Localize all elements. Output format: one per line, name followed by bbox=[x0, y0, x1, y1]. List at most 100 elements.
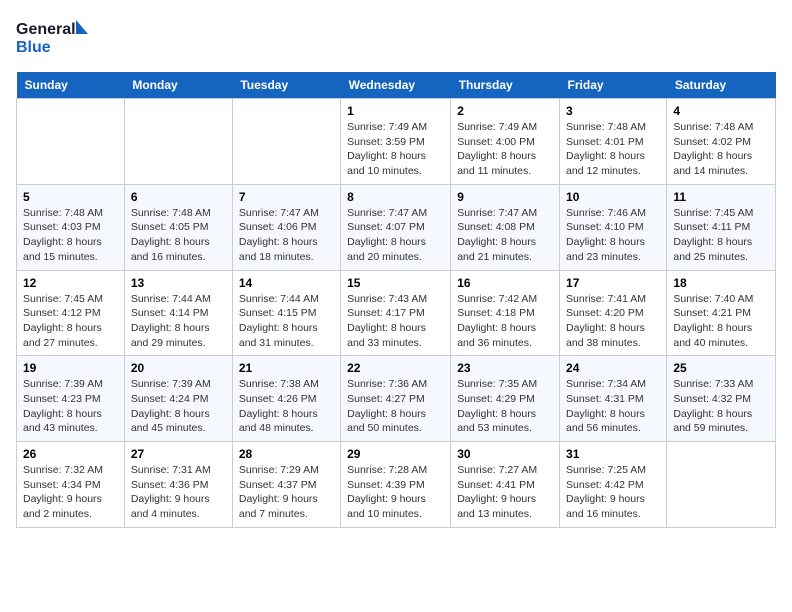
calendar-cell: 6Sunrise: 7:48 AM Sunset: 4:05 PM Daylig… bbox=[124, 184, 232, 270]
day-number: 14 bbox=[239, 276, 334, 290]
day-number: 13 bbox=[131, 276, 226, 290]
calendar-cell: 23 Sunrise: 7:35 AM Sunset: 4:29 PM Dayli… bbox=[451, 356, 560, 442]
weekday-header-friday: Friday bbox=[560, 72, 667, 99]
day-info: Sunrise: 7:46 AM Sunset: 4:10 PM Dayligh… bbox=[566, 206, 660, 265]
day-info: Sunrise: 7:39 AM Sunset: 4:23 PM Dayligh… bbox=[23, 377, 118, 436]
day-number: 2 bbox=[457, 104, 553, 118]
day-info: Sunrise: 7:48 AM Sunset: 4:01 PM Dayligh… bbox=[566, 120, 660, 179]
day-number: 10 bbox=[566, 190, 660, 204]
day-number: 23 bbox=[457, 361, 553, 375]
day-info: Sunrise: 7:43 AM Sunset: 4:17 PM Dayligh… bbox=[347, 292, 444, 351]
day-number: 11 bbox=[673, 190, 769, 204]
day-number: 22 bbox=[347, 361, 444, 375]
day-number: 28 bbox=[239, 447, 334, 461]
day-info: Sunrise: 7:45 AM Sunset: 4:11 PM Dayligh… bbox=[673, 206, 769, 265]
day-info: Sunrise: 7:44 AM Sunset: 4:14 PM Dayligh… bbox=[131, 292, 226, 351]
day-number: 25 bbox=[673, 361, 769, 375]
day-info: Sunrise: 7:48 AM Sunset: 4:02 PM Dayligh… bbox=[673, 120, 769, 179]
calendar-cell: 8 Sunrise: 7:47 AM Sunset: 4:07 PM Daylig… bbox=[341, 184, 451, 270]
calendar-cell: 11 Sunrise: 7:45 AM Sunset: 4:11 PM Dayli… bbox=[667, 184, 776, 270]
calendar-week-row: 5 Sunrise: 7:48 AM Sunset: 4:03 PM Daylig… bbox=[17, 184, 776, 270]
calendar-table: SundayMondayTuesdayWednesdayThursdayFrid… bbox=[16, 72, 776, 528]
day-number: 4 bbox=[673, 104, 769, 118]
calendar-cell bbox=[124, 99, 232, 185]
day-info: Sunrise: 7:48 AM Sunset: 4:05 PM Dayligh… bbox=[131, 206, 226, 265]
day-info: Sunrise: 7:33 AM Sunset: 4:32 PM Dayligh… bbox=[673, 377, 769, 436]
calendar-cell: 30 Sunrise: 7:27 AM Sunset: 4:41 PM Dayli… bbox=[451, 442, 560, 528]
weekday-header-monday: Monday bbox=[124, 72, 232, 99]
calendar-cell bbox=[17, 99, 125, 185]
logo: GeneralBlue bbox=[16, 16, 88, 60]
calendar-cell: 4 Sunrise: 7:48 AM Sunset: 4:02 PM Daylig… bbox=[667, 99, 776, 185]
weekday-header-saturday: Saturday bbox=[667, 72, 776, 99]
calendar-cell: 5 Sunrise: 7:48 AM Sunset: 4:03 PM Daylig… bbox=[17, 184, 125, 270]
day-info: Sunrise: 7:47 AM Sunset: 4:07 PM Dayligh… bbox=[347, 206, 444, 265]
day-info: Sunrise: 7:39 AM Sunset: 4:24 PM Dayligh… bbox=[131, 377, 226, 436]
day-info: Sunrise: 7:47 AM Sunset: 4:06 PM Dayligh… bbox=[239, 206, 334, 265]
day-number: 9 bbox=[457, 190, 553, 204]
svg-text:General: General bbox=[16, 21, 76, 38]
day-number: 26 bbox=[23, 447, 118, 461]
calendar-cell: 22 Sunrise: 7:36 AM Sunset: 4:27 PM Dayli… bbox=[341, 356, 451, 442]
day-info: Sunrise: 7:45 AM Sunset: 4:12 PM Dayligh… bbox=[23, 292, 118, 351]
day-info: Sunrise: 7:28 AM Sunset: 4:39 PM Dayligh… bbox=[347, 463, 444, 522]
day-info: Sunrise: 7:40 AM Sunset: 4:21 PM Dayligh… bbox=[673, 292, 769, 351]
calendar-cell: 26 Sunrise: 7:32 AM Sunset: 4:34 PM Dayli… bbox=[17, 442, 125, 528]
calendar-cell: 19Sunrise: 7:39 AM Sunset: 4:23 PM Dayli… bbox=[17, 356, 125, 442]
day-number: 21 bbox=[239, 361, 334, 375]
day-number: 20 bbox=[131, 361, 226, 375]
weekday-header-row: SundayMondayTuesdayWednesdayThursdayFrid… bbox=[17, 72, 776, 99]
day-info: Sunrise: 7:31 AM Sunset: 4:36 PM Dayligh… bbox=[131, 463, 226, 522]
calendar-cell: 27 Sunrise: 7:31 AM Sunset: 4:36 PM Dayli… bbox=[124, 442, 232, 528]
calendar-cell bbox=[232, 99, 340, 185]
calendar-cell: 28Sunrise: 7:29 AM Sunset: 4:37 PM Dayli… bbox=[232, 442, 340, 528]
day-info: Sunrise: 7:27 AM Sunset: 4:41 PM Dayligh… bbox=[457, 463, 553, 522]
day-info: Sunrise: 7:44 AM Sunset: 4:15 PM Dayligh… bbox=[239, 292, 334, 351]
calendar-cell: 21 Sunrise: 7:38 AM Sunset: 4:26 PM Dayli… bbox=[232, 356, 340, 442]
day-number: 8 bbox=[347, 190, 444, 204]
calendar-cell: 15 Sunrise: 7:43 AM Sunset: 4:17 PM Dayli… bbox=[341, 270, 451, 356]
calendar-cell: 1Sunrise: 7:49 AM Sunset: 3:59 PM Daylig… bbox=[341, 99, 451, 185]
day-number: 30 bbox=[457, 447, 553, 461]
calendar-week-row: 26 Sunrise: 7:32 AM Sunset: 4:34 PM Dayli… bbox=[17, 442, 776, 528]
day-number: 3 bbox=[566, 104, 660, 118]
day-number: 31 bbox=[566, 447, 660, 461]
calendar-cell: 20 Sunrise: 7:39 AM Sunset: 4:24 PM Dayli… bbox=[124, 356, 232, 442]
day-number: 16 bbox=[457, 276, 553, 290]
calendar-cell: 17Sunrise: 7:41 AM Sunset: 4:20 PM Dayli… bbox=[560, 270, 667, 356]
day-number: 15 bbox=[347, 276, 444, 290]
day-info: Sunrise: 7:38 AM Sunset: 4:26 PM Dayligh… bbox=[239, 377, 334, 436]
day-info: Sunrise: 7:47 AM Sunset: 4:08 PM Dayligh… bbox=[457, 206, 553, 265]
calendar-cell: 31 Sunrise: 7:25 AM Sunset: 4:42 PM Dayli… bbox=[560, 442, 667, 528]
calendar-week-row: 1Sunrise: 7:49 AM Sunset: 3:59 PM Daylig… bbox=[17, 99, 776, 185]
calendar-cell: 13 Sunrise: 7:44 AM Sunset: 4:14 PM Dayli… bbox=[124, 270, 232, 356]
calendar-cell: 10 Sunrise: 7:46 AM Sunset: 4:10 PM Dayli… bbox=[560, 184, 667, 270]
day-number: 7 bbox=[239, 190, 334, 204]
weekday-header-tuesday: Tuesday bbox=[232, 72, 340, 99]
weekday-header-wednesday: Wednesday bbox=[341, 72, 451, 99]
day-info: Sunrise: 7:48 AM Sunset: 4:03 PM Dayligh… bbox=[23, 206, 118, 265]
day-number: 27 bbox=[131, 447, 226, 461]
day-info: Sunrise: 7:42 AM Sunset: 4:18 PM Dayligh… bbox=[457, 292, 553, 351]
day-number: 12 bbox=[23, 276, 118, 290]
calendar-cell: 9 Sunrise: 7:47 AM Sunset: 4:08 PM Daylig… bbox=[451, 184, 560, 270]
calendar-cell: 7 Sunrise: 7:47 AM Sunset: 4:06 PM Daylig… bbox=[232, 184, 340, 270]
day-number: 5 bbox=[23, 190, 118, 204]
day-info: Sunrise: 7:35 AM Sunset: 4:29 PM Dayligh… bbox=[457, 377, 553, 436]
day-info: Sunrise: 7:32 AM Sunset: 4:34 PM Dayligh… bbox=[23, 463, 118, 522]
logo-svg: GeneralBlue bbox=[16, 16, 88, 60]
day-number: 29 bbox=[347, 447, 444, 461]
calendar-cell: 24 Sunrise: 7:34 AM Sunset: 4:31 PM Dayli… bbox=[560, 356, 667, 442]
day-number: 24 bbox=[566, 361, 660, 375]
day-info: Sunrise: 7:36 AM Sunset: 4:27 PM Dayligh… bbox=[347, 377, 444, 436]
day-number: 17 bbox=[566, 276, 660, 290]
calendar-cell bbox=[667, 442, 776, 528]
calendar-week-row: 19Sunrise: 7:39 AM Sunset: 4:23 PM Dayli… bbox=[17, 356, 776, 442]
header: GeneralBlue bbox=[16, 16, 776, 60]
weekday-header-sunday: Sunday bbox=[17, 72, 125, 99]
calendar-cell: 16 Sunrise: 7:42 AM Sunset: 4:18 PM Dayli… bbox=[451, 270, 560, 356]
day-info: Sunrise: 7:25 AM Sunset: 4:42 PM Dayligh… bbox=[566, 463, 660, 522]
day-info: Sunrise: 7:34 AM Sunset: 4:31 PM Dayligh… bbox=[566, 377, 660, 436]
day-info: Sunrise: 7:49 AM Sunset: 3:59 PM Dayligh… bbox=[347, 120, 444, 179]
calendar-cell: 18Sunrise: 7:40 AM Sunset: 4:21 PM Dayli… bbox=[667, 270, 776, 356]
